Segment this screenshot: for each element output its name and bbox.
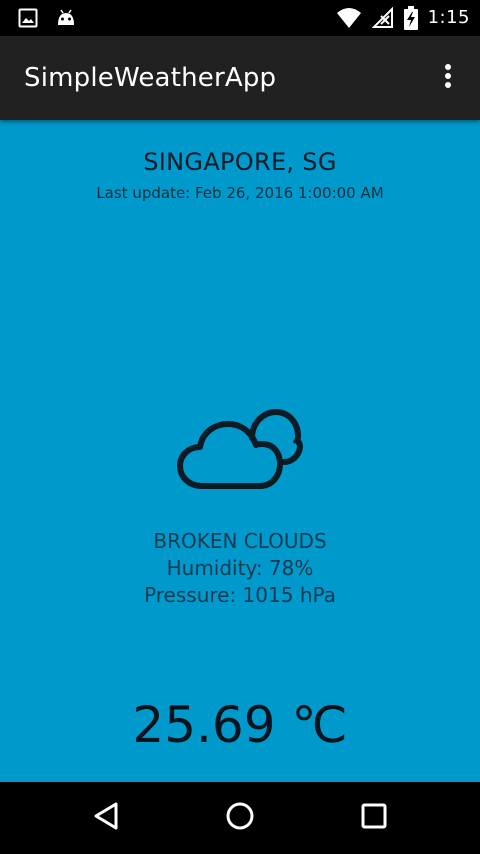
battery-charging-icon [403, 6, 418, 30]
image-notification-icon [18, 8, 38, 28]
wifi-icon [336, 7, 362, 29]
back-button[interactable] [86, 798, 126, 838]
weather-description: BROKEN CLOUDS [153, 529, 327, 553]
home-icon [225, 801, 255, 836]
weather-screen: 1:15 SimpleWeatherApp SINGAPORE, SG Last… [0, 0, 480, 854]
home-button[interactable] [220, 798, 260, 838]
humidity-text: Humidity: 78% [166, 556, 314, 580]
app-bar: SimpleWeatherApp [0, 36, 480, 120]
recents-icon [361, 803, 387, 834]
temperature: 25.69 ℃ [132, 696, 348, 754]
weather-details: BROKEN CLOUDS Humidity: 78% Pressure: 10… [0, 528, 480, 609]
last-update-text: Last update: Feb 26, 2016 1:00:00 AM [96, 184, 384, 202]
status-time: 1:15 [427, 7, 470, 28]
city-name: SINGAPORE, SG [143, 148, 337, 176]
status-bar: 1:15 [0, 0, 480, 36]
android-notification-icon [56, 8, 76, 28]
overflow-menu-button[interactable] [430, 60, 466, 96]
no-signal-icon [371, 7, 394, 29]
app-title: SimpleWeatherApp [24, 63, 277, 93]
pressure-text: Pressure: 1015 hPa [144, 583, 336, 607]
recents-button[interactable] [354, 798, 394, 838]
overflow-menu-icon [444, 63, 452, 94]
broken-clouds-icon [176, 404, 304, 500]
back-icon [92, 801, 120, 836]
navigation-bar [0, 782, 480, 854]
